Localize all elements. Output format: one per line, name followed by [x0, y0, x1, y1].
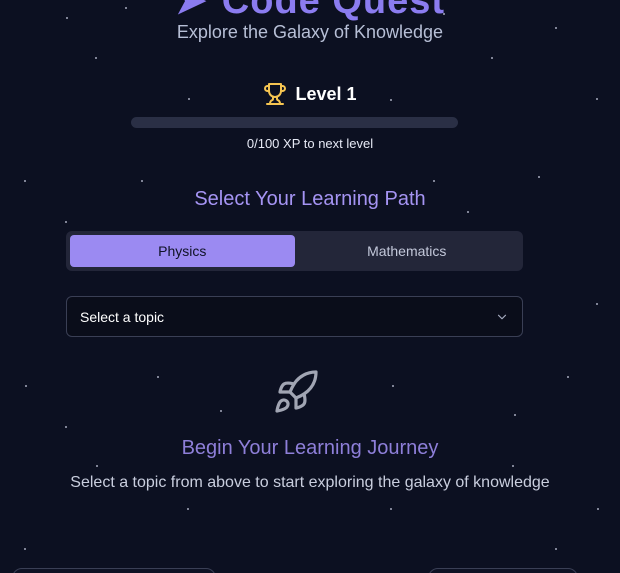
star: [392, 385, 394, 387]
tab-mathematics[interactable]: Mathematics: [295, 235, 520, 267]
journey-description: Select a topic from above to start explo…: [70, 474, 550, 491]
star: [596, 303, 598, 305]
app-title: ➤ Code Quest: [0, 0, 620, 23]
level-label: Level 1: [295, 83, 357, 104]
star: [390, 508, 392, 510]
topic-select-value: Select a topic: [80, 308, 165, 325]
bottom-card[interactable]: [12, 568, 216, 573]
star: [25, 385, 27, 387]
star: [24, 180, 26, 182]
star: [65, 426, 67, 428]
app-subtitle: Explore the Galaxy of Knowledge: [176, 22, 444, 42]
star: [491, 57, 493, 59]
rocket-icon: [275, 370, 318, 413]
learning-path-tabs: Physics Mathematics: [66, 231, 523, 271]
star: [538, 176, 540, 178]
star: [187, 508, 189, 510]
bottom-card[interactable]: [428, 568, 578, 573]
star: [433, 180, 435, 182]
star: [467, 211, 469, 213]
star: [567, 376, 569, 378]
star: [597, 508, 599, 510]
xp-progress-text: 0/100 XP to next level: [246, 136, 374, 151]
star: [65, 221, 67, 223]
star: [512, 465, 514, 467]
star: [96, 465, 98, 467]
star: [157, 376, 159, 378]
rocket-icon: ➤: [174, 0, 208, 22]
star: [141, 180, 143, 182]
trophy-icon: [264, 83, 287, 105]
learning-path-heading: Select Your Learning Path: [194, 188, 426, 210]
star: [514, 414, 516, 416]
xp-progress-bar: [131, 117, 458, 128]
app-title-text: Code Quest: [221, 0, 446, 22]
journey-heading: Begin Your Learning Journey: [181, 437, 439, 459]
topic-select[interactable]: Select a topic: [66, 296, 523, 337]
level-indicator: Level 1: [0, 82, 620, 106]
star: [555, 548, 557, 550]
star: [24, 548, 26, 550]
app-page: ➤ Code Quest Explore the Galaxy of Knowle…: [0, 0, 620, 573]
star: [95, 57, 97, 59]
chevron-down-icon: [497, 314, 507, 319]
tab-physics[interactable]: Physics: [70, 235, 295, 267]
star: [220, 410, 222, 412]
